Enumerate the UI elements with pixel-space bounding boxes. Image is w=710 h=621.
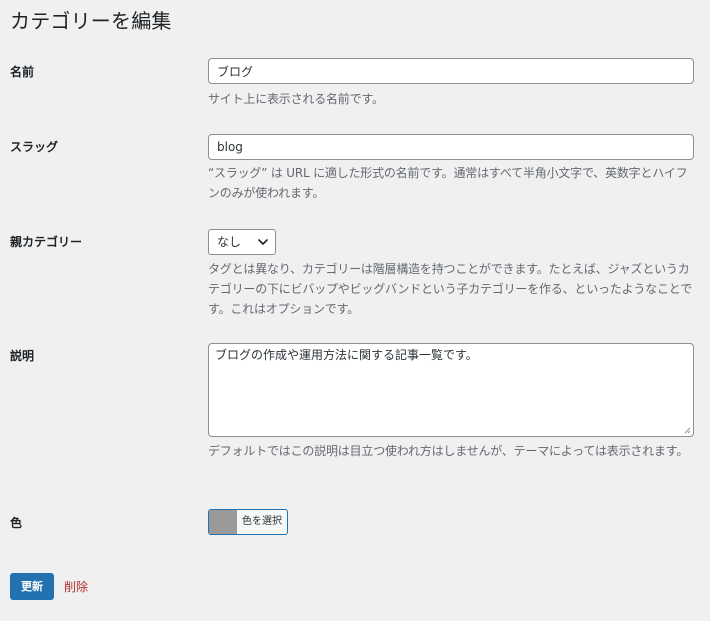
color-row: 色 色を選択 — [10, 509, 700, 537]
color-picker-button[interactable]: 色を選択 — [208, 509, 288, 535]
parent-select-value: なし — [217, 235, 242, 249]
chevron-down-icon — [258, 239, 268, 245]
color-field-group: 色を選択 — [208, 509, 694, 535]
slug-field-group: “スラッグ” は URL に適した形式の名前です。通常はすべて半角小文字で、英数… — [208, 134, 694, 203]
parent-select[interactable]: なし — [208, 229, 276, 255]
description-textarea[interactable]: ブログの作成や運用方法に関する記事一覧です。 — [208, 343, 694, 437]
name-field-group: サイト上に表示される名前です。 — [208, 58, 694, 109]
description-field-group: ブログの作成や運用方法に関する記事一覧です。 デフォルトではこの説明は目立つ使わ… — [208, 343, 694, 461]
name-row: 名前 サイト上に表示される名前です。 — [10, 58, 700, 118]
description-help: デフォルトではこの説明は目立つ使われ方はしませんが、テーマによっては表示されます… — [208, 444, 689, 458]
parent-label: 親カテゴリー — [10, 235, 83, 249]
slug-input[interactable] — [208, 134, 694, 160]
delete-link[interactable]: 削除 — [64, 579, 88, 595]
parent-row: 親カテゴリー なし タグとは異なり、カテゴリーは階層構造を持つことができます。た… — [10, 229, 700, 321]
name-input[interactable] — [208, 58, 694, 84]
color-picker-label: 色を選択 — [242, 516, 282, 527]
parent-field-group: なし タグとは異なり、カテゴリーは階層構造を持つことができます。たとえば、ジャズ… — [208, 229, 694, 319]
resize-handle-icon[interactable] — [683, 426, 691, 434]
update-button[interactable]: 更新 — [10, 573, 54, 600]
name-description: サイト上に表示される名前です。 — [208, 92, 384, 106]
color-swatch — [209, 510, 237, 534]
edit-category-page: カテゴリーを編集 名前 サイト上に表示される名前です。 スラッグ “スラッグ” … — [0, 0, 710, 621]
description-textarea-value: ブログの作成や運用方法に関する記事一覧です。 — [215, 348, 478, 362]
slug-row: スラッグ “スラッグ” は URL に適した形式の名前です。通常はすべて半角小文… — [10, 134, 700, 212]
slug-description: “スラッグ” は URL に適した形式の名前です。通常はすべて半角小文字で、英数… — [208, 166, 688, 200]
parent-description: タグとは異なり、カテゴリーは階層構造を持つことができます。たとえば、ジャズという… — [208, 262, 693, 316]
description-row: 説明 ブログの作成や運用方法に関する記事一覧です。 デフォルトではこの説明は目立… — [10, 343, 700, 485]
color-label: 色 — [10, 516, 23, 530]
name-label: 名前 — [10, 65, 35, 79]
slug-label: スラッグ — [10, 140, 59, 154]
description-label: 説明 — [10, 349, 35, 363]
page-title: カテゴリーを編集 — [10, 9, 172, 33]
